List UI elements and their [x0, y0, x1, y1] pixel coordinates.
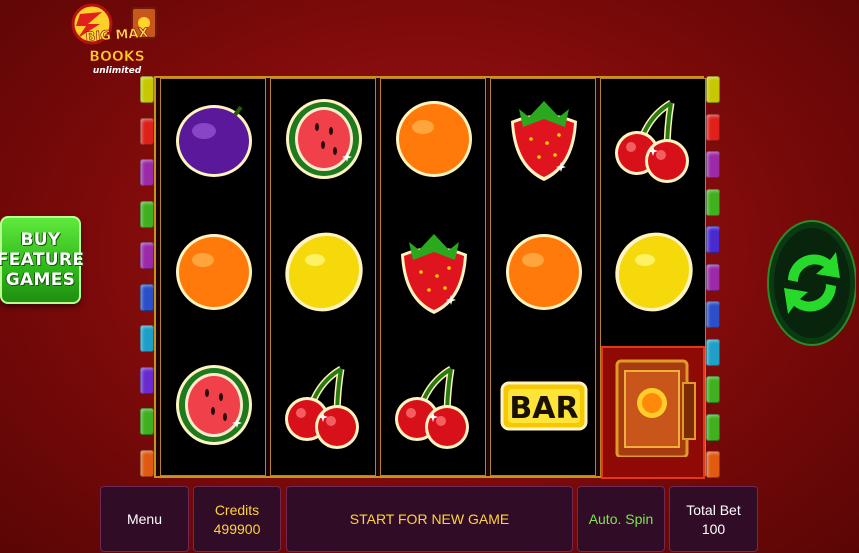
payline-indicator — [706, 413, 720, 441]
lemon-icon — [615, 232, 693, 312]
payline-indicator — [706, 76, 720, 103]
payline-indicator — [706, 301, 720, 328]
spin-button[interactable] — [766, 220, 857, 346]
total-bet-value: 100 — [701, 520, 726, 537]
spin-arrows-icon — [767, 220, 857, 346]
game-logo: BIG MAX BOOKS unlimited — [62, 2, 162, 78]
plum-symbol — [169, 87, 259, 191]
start-button[interactable]: START FOR NEW GAME — [286, 486, 573, 552]
buy-feature-line-1: BUY — [20, 230, 61, 250]
buy-feature-games-button[interactable]: BUY FEATURE GAMES — [0, 216, 85, 304]
lemon-symbol — [609, 220, 699, 324]
auto-spin-button[interactable]: Auto. Spin — [577, 486, 665, 552]
watermelon-icon — [176, 365, 252, 445]
buy-feature-line-3: GAMES — [5, 270, 76, 290]
orange-icon — [396, 101, 472, 177]
payline-indicator — [140, 449, 154, 477]
payline-indicator — [140, 76, 154, 103]
book-symbol — [609, 353, 699, 457]
payline-indicator — [140, 117, 154, 145]
lemon-symbol — [279, 220, 369, 324]
logo-text-sub: unlimited — [92, 66, 142, 76]
strawberry-icon — [401, 234, 467, 314]
reel-1 — [160, 78, 266, 476]
strawberry-symbol — [389, 220, 479, 324]
reel-4: BAR — [490, 78, 596, 476]
payline-indicator — [140, 325, 154, 352]
payline-indicator — [140, 408, 154, 435]
orange-symbol — [499, 220, 589, 324]
cherry-symbol — [389, 353, 479, 457]
bar-symbol: BAR — [499, 353, 589, 457]
payline-indicator — [706, 188, 720, 216]
watermelon-icon — [286, 99, 362, 179]
auto-spin-label: Auto. Spin — [588, 511, 654, 527]
payline-indicator — [706, 376, 720, 403]
orange-icon — [506, 234, 582, 310]
reel-3 — [380, 78, 486, 476]
cherry-symbol — [609, 87, 699, 191]
svg-text:BAR: BAR — [509, 391, 578, 426]
total-bet-button[interactable]: Total Bet 100 — [669, 486, 758, 552]
orange-icon — [176, 234, 252, 310]
start-label: START FOR NEW GAME — [349, 511, 510, 527]
payline-indicator — [706, 226, 720, 253]
reel-area: BAR — [154, 76, 706, 479]
payline-indicator — [706, 338, 720, 366]
buy-feature-line-2: FEATURE — [0, 250, 85, 270]
bar-icon: BAR — [500, 381, 588, 431]
watermelon-symbol — [279, 87, 369, 191]
payline-indicator — [140, 159, 154, 186]
payline-indicator — [706, 151, 720, 178]
credits-value: 499900 — [213, 520, 261, 537]
reel-2 — [270, 78, 376, 476]
credits-label: Credits — [214, 501, 260, 518]
payline-indicator — [140, 283, 154, 311]
total-bet-label: Total Bet — [686, 501, 741, 518]
payline-indicator — [706, 451, 720, 478]
book-icon — [615, 359, 696, 457]
lemon-icon — [285, 232, 363, 312]
payline-indicator — [140, 242, 154, 269]
payline-indicator — [706, 113, 720, 141]
credits-display: Credits 499900 — [193, 486, 281, 552]
cherry-icon — [285, 365, 359, 449]
watermelon-symbol — [169, 353, 259, 457]
menu-button[interactable]: Menu — [100, 486, 189, 552]
cherry-icon — [395, 365, 469, 449]
orange-symbol — [389, 87, 479, 191]
plum-icon — [176, 105, 252, 177]
logo-text-main: BOOKS — [89, 49, 145, 66]
cherry-icon — [615, 99, 689, 183]
orange-symbol — [169, 220, 259, 324]
cherry-symbol — [279, 353, 369, 457]
payline-indicator — [140, 366, 154, 394]
payline-indicator — [706, 263, 720, 291]
strawberry-symbol — [499, 87, 589, 191]
reel-5 — [600, 78, 706, 479]
payline-indicator — [140, 200, 154, 228]
strawberry-icon — [511, 101, 577, 181]
menu-label: Menu — [126, 511, 163, 527]
